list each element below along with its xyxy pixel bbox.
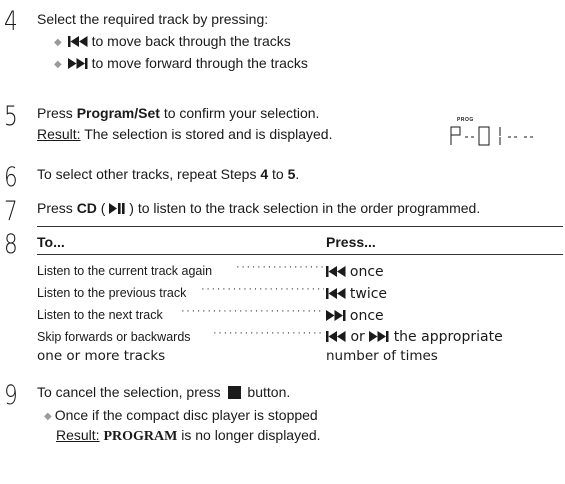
diamond-bullet-icon: ◆ bbox=[54, 37, 62, 48]
text-fragment: Press bbox=[37, 200, 77, 216]
table-row-press: once bbox=[326, 306, 384, 326]
result-label: Result: bbox=[56, 427, 100, 443]
bullet-item: ◆ to move back through the tracks bbox=[54, 31, 291, 53]
lcd-prog-indicator: PROG bbox=[457, 117, 474, 123]
text-fragment: To select other tracks, repeat Steps bbox=[37, 166, 261, 182]
step-number: 6 bbox=[4, 162, 18, 193]
bullet-text: to move forward through the tracks bbox=[91, 55, 308, 71]
skip-back-icon bbox=[326, 285, 346, 304]
table-row-label: Skip forwards or backwards bbox=[37, 330, 191, 344]
step-number: 9 bbox=[4, 380, 18, 411]
press-text: once bbox=[349, 264, 384, 280]
bullet-item: ◆ to move forward through the tracks bbox=[54, 53, 308, 75]
text-fragment: Press bbox=[37, 105, 77, 121]
diamond-bullet-icon: ◆ bbox=[54, 59, 62, 70]
program-set-label: Program/Set bbox=[76, 105, 160, 121]
stop-icon bbox=[227, 386, 241, 399]
table-row-label: Listen to the next track bbox=[37, 308, 163, 322]
text-fragment: to bbox=[268, 166, 288, 182]
step-number: 4 bbox=[4, 6, 18, 37]
step-text: Press Program/Set to confirm your select… bbox=[37, 103, 319, 123]
table-row-press: or the appropriate bbox=[326, 328, 503, 348]
text-fragment: ) to listen to the track selection in th… bbox=[125, 200, 481, 216]
diamond-bullet-icon: ◆ bbox=[44, 411, 52, 422]
step-text: Press CD ( ) to listen to the track sele… bbox=[37, 198, 480, 219]
column-header: Press... bbox=[326, 234, 376, 250]
press-text: once bbox=[349, 308, 384, 324]
table-row-label: Listen to the current track again bbox=[37, 264, 213, 278]
skip-forward-icon bbox=[326, 307, 346, 326]
skip-back-icon bbox=[326, 329, 346, 348]
text-fragment: to confirm your selection. bbox=[159, 105, 320, 121]
program-label: PROGRAM bbox=[103, 429, 178, 444]
bullet-text: Once if the compact disc player is stopp… bbox=[54, 407, 318, 423]
result-text: Result: PROGRAM is no longer displayed. bbox=[56, 425, 321, 447]
skip-forward-icon bbox=[369, 329, 389, 348]
step-text: To select other tracks, repeat Steps 4 t… bbox=[37, 164, 299, 184]
press-text: the appropriate bbox=[393, 329, 503, 345]
table-row-press: twice bbox=[326, 284, 387, 304]
step-number: 5 bbox=[4, 101, 18, 132]
result-text: Result: The selection is stored and is d… bbox=[37, 124, 332, 144]
cd-label: CD bbox=[76, 200, 97, 216]
skip-back-icon bbox=[67, 32, 88, 52]
table-top-rule bbox=[37, 226, 563, 227]
table-header-rule bbox=[37, 254, 563, 255]
leader-dots: ······················ bbox=[213, 327, 324, 339]
press-text: or bbox=[350, 329, 365, 345]
text-fragment: To cancel the selection, press bbox=[37, 384, 225, 400]
bullet-item: ◆ Once if the compact disc player is stop… bbox=[44, 405, 318, 427]
press-text: twice bbox=[349, 286, 388, 302]
skip-back-icon bbox=[326, 263, 346, 282]
leader-dots: ····························· bbox=[181, 305, 324, 317]
step-ref: 4 bbox=[260, 166, 269, 182]
step-number: 8 bbox=[4, 229, 18, 260]
bullet-text: to move back through the tracks bbox=[91, 33, 291, 49]
skip-forward-icon bbox=[67, 54, 88, 74]
step-text: To cancel the selection, press button. bbox=[37, 382, 290, 402]
leader-dots: ························· bbox=[201, 283, 324, 295]
text-fragment: button. bbox=[243, 384, 291, 400]
column-header: To... bbox=[37, 234, 65, 250]
leader-dots: ·················· bbox=[236, 261, 324, 273]
result-label: Result: bbox=[37, 126, 81, 142]
play-pause-icon bbox=[109, 199, 125, 219]
step-text: Select the required track by pressing: bbox=[37, 11, 269, 27]
lcd-display-icon bbox=[450, 126, 560, 151]
text-fragment: . bbox=[295, 166, 300, 182]
text-fragment: The selection is stored and is displayed… bbox=[80, 126, 333, 142]
step-number: 7 bbox=[4, 196, 18, 227]
table-row-press: number of times bbox=[326, 348, 438, 364]
table-row-label: Listen to the previous track bbox=[37, 286, 187, 300]
table-row-label: one or more tracks bbox=[37, 348, 166, 364]
table-row-press: once bbox=[326, 262, 384, 282]
text-fragment: is no longer displayed. bbox=[177, 427, 321, 443]
text-fragment: ( bbox=[96, 200, 110, 216]
